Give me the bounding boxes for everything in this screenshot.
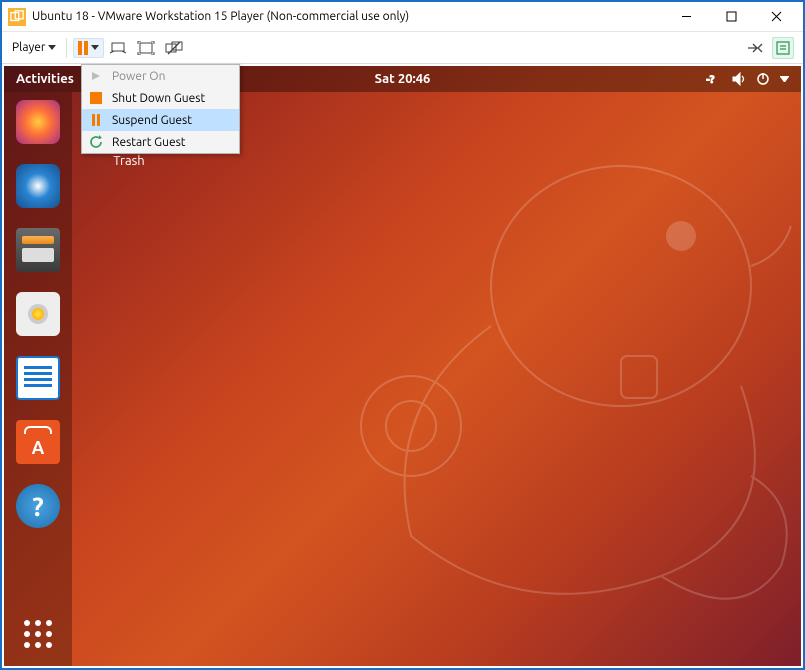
- menu-item-suspend[interactable]: Suspend Guest: [82, 109, 239, 131]
- vmware-toolbar: Player: [2, 32, 803, 64]
- menu-item-label: Shut Down Guest: [112, 92, 205, 105]
- manage-button[interactable]: [772, 37, 794, 59]
- minimize-button[interactable]: [664, 3, 709, 31]
- window-titlebar: Ubuntu 18 - VMware Workstation 15 Player…: [2, 2, 803, 32]
- menu-item-label: Suspend Guest: [112, 114, 192, 127]
- power-dropdown-menu: Power On Shut Down Guest Suspend Guest R…: [81, 64, 240, 154]
- window-title: Ubuntu 18 - VMware Workstation 15 Player…: [32, 10, 664, 23]
- toolbar-divider: [66, 38, 67, 58]
- svg-text:-?: -?: [706, 74, 715, 86]
- show-applications-button[interactable]: [20, 616, 56, 652]
- cycle-multiple-monitors-button[interactable]: [744, 37, 766, 59]
- guest-display[interactable]: Activities Sat 20:46 -? ? Trash: [4, 66, 801, 666]
- ubuntu-dock: ?: [4, 92, 72, 666]
- desktop-icon-label: Trash: [99, 154, 159, 168]
- status-area[interactable]: -?: [706, 72, 789, 86]
- fullscreen-button[interactable]: [135, 37, 157, 59]
- unity-mode-button[interactable]: [163, 37, 185, 59]
- close-button[interactable]: [754, 3, 799, 31]
- play-icon: [88, 68, 104, 84]
- dock-app-files[interactable]: [16, 228, 60, 272]
- window-controls: [664, 3, 799, 31]
- accessibility-icon: -?: [706, 72, 722, 86]
- chevron-down-icon: [91, 45, 99, 50]
- send-ctrl-alt-del-button[interactable]: [107, 37, 129, 59]
- menu-item-restart[interactable]: Restart Guest: [82, 131, 239, 153]
- dock-app-ubuntu-software[interactable]: [16, 420, 60, 464]
- dock-app-firefox[interactable]: [16, 100, 60, 144]
- wallpaper-artwork: [321, 106, 801, 626]
- chevron-down-icon: [48, 45, 56, 50]
- pause-icon: [78, 41, 88, 55]
- menu-item-label: Power On: [112, 70, 165, 83]
- restart-icon: [88, 134, 104, 150]
- stop-icon: [88, 90, 104, 106]
- dock-app-thunderbird[interactable]: [16, 164, 60, 208]
- pause-icon: [88, 112, 104, 128]
- dock-app-help[interactable]: ?: [16, 484, 60, 528]
- menu-item-shut-down[interactable]: Shut Down Guest: [82, 87, 239, 109]
- power-state-button[interactable]: [73, 38, 104, 58]
- power-icon: [756, 72, 770, 86]
- activities-button[interactable]: Activities: [16, 72, 74, 86]
- maximize-button[interactable]: [709, 3, 754, 31]
- player-menu-label: Player: [12, 41, 45, 54]
- chevron-down-icon: [780, 76, 789, 82]
- dock-app-rhythmbox[interactable]: [16, 292, 60, 336]
- volume-icon: [732, 72, 746, 86]
- menu-item-power-on: Power On: [82, 65, 239, 87]
- dock-app-libreoffice-writer[interactable]: [16, 356, 60, 400]
- menu-item-label: Restart Guest: [112, 136, 186, 149]
- clock[interactable]: Sat 20:46: [375, 72, 431, 86]
- vmware-app-icon: [8, 8, 26, 26]
- player-menu-button[interactable]: Player: [8, 39, 60, 56]
